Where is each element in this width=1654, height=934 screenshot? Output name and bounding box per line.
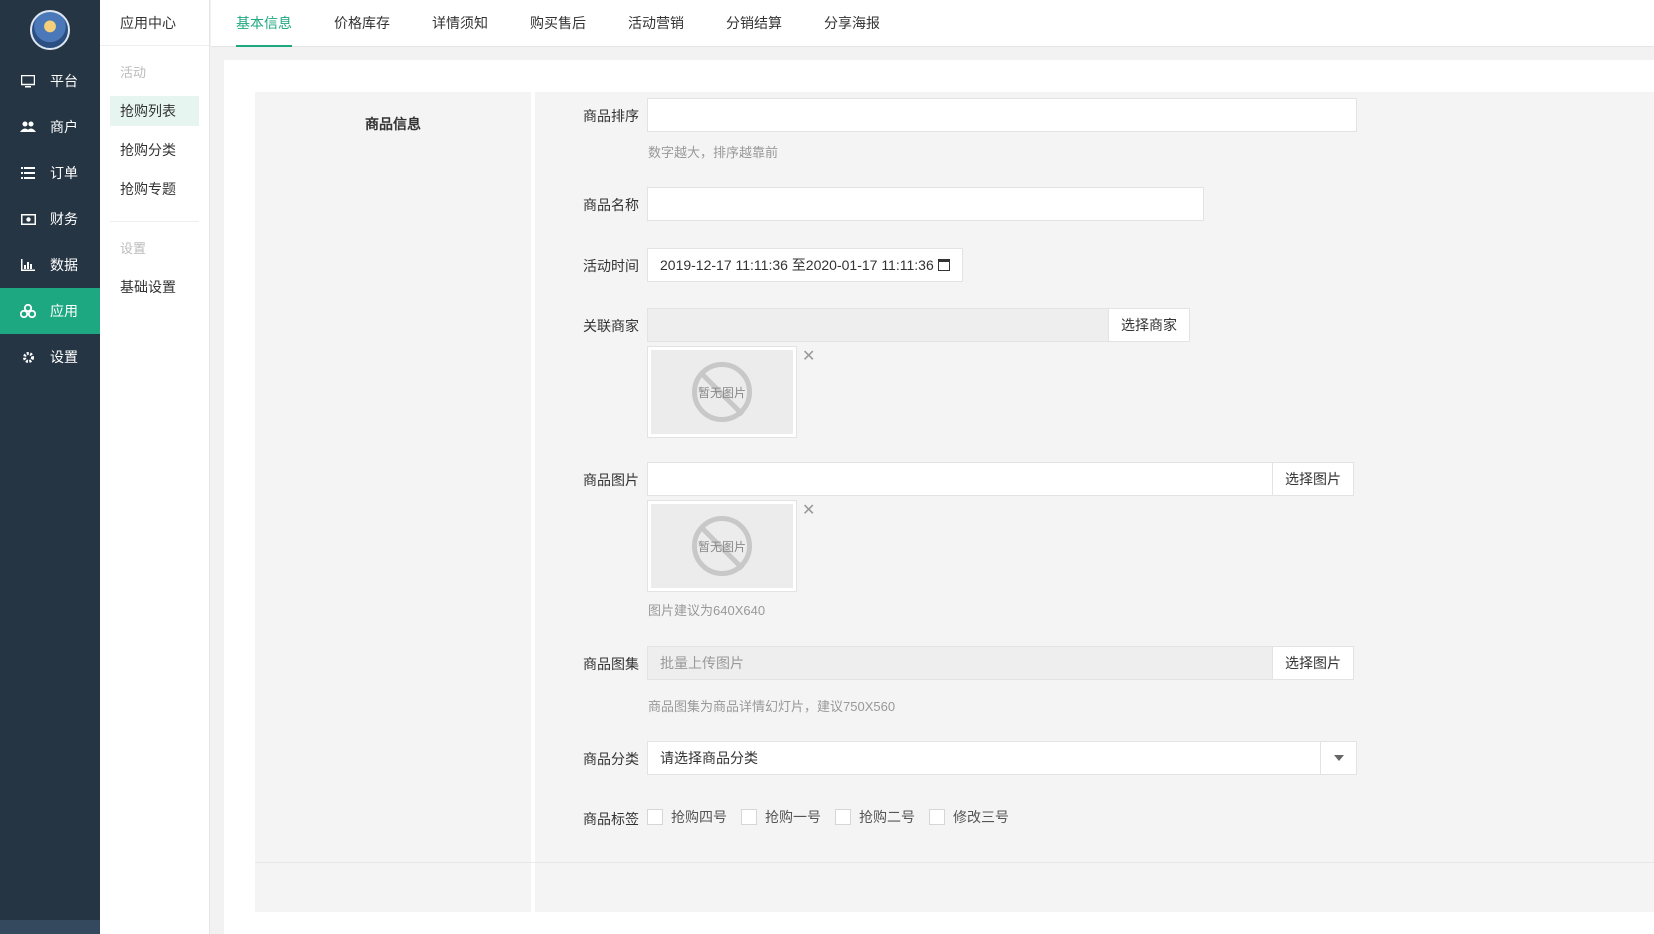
date-range-input[interactable]: 2019-12-17 11:11:36 至2020-01-17 11:11:36	[647, 248, 963, 282]
tag-label: 抢购四号	[671, 809, 727, 825]
sub-group-heading: 活动	[120, 65, 147, 80]
image-help: 图片建议为640X640	[648, 603, 766, 618]
sort-input[interactable]	[647, 98, 1357, 132]
checkbox-box[interactable]	[741, 809, 757, 825]
nav-item-label: 财务	[50, 211, 78, 227]
nav-item-label: 应用	[50, 303, 78, 319]
chevron-down-icon[interactable]	[1320, 742, 1356, 774]
checkbox-box[interactable]	[929, 809, 945, 825]
select-image-button[interactable]: 选择图片	[1272, 462, 1354, 496]
tab-share-poster[interactable]: 分享海报	[824, 0, 880, 47]
nav-item-finance[interactable]: 财务	[0, 196, 100, 242]
apps-icon	[20, 303, 36, 319]
sub-item-flash-list[interactable]: 抢购列表	[110, 96, 199, 126]
name-label: 商品名称	[583, 197, 639, 213]
tag-checkbox[interactable]: 修改三号	[929, 807, 1009, 827]
checkbox-box[interactable]	[647, 809, 663, 825]
merchant-label: 关联商家	[583, 318, 639, 334]
sub-sidebar-title: 应用中心	[100, 0, 209, 46]
gallery-input[interactable]	[647, 646, 1273, 680]
category-select[interactable]: 请选择商品分类	[647, 741, 1357, 775]
tag-checkbox[interactable]: 抢购二号	[835, 807, 915, 827]
nav-item-label: 数据	[50, 257, 78, 273]
tag-label: 抢购二号	[859, 809, 915, 825]
no-image-icon: 暂无图片	[692, 362, 752, 422]
main-sidebar: 平台 商户 订单 财务 数据 应用 设置	[0, 0, 100, 934]
tab-distribution[interactable]: 分销结算	[726, 0, 782, 47]
image-thumbnail: 暂无图片	[647, 500, 797, 592]
nav-item-merchant[interactable]: 商户	[0, 104, 100, 150]
list-icon	[20, 165, 36, 181]
sub-group-heading: 设置	[120, 241, 147, 256]
image-input[interactable]	[647, 462, 1273, 496]
category-label: 商品分类	[583, 751, 639, 767]
tag-label: 抢购一号	[765, 809, 821, 825]
merchant-thumbnail: 暂无图片	[647, 346, 797, 438]
sub-item-flash-topic[interactable]: 抢购专题	[110, 174, 199, 204]
users-icon	[20, 119, 36, 135]
tag-checkbox[interactable]: 抢购一号	[741, 807, 821, 827]
section-title: 商品信息	[365, 116, 421, 132]
nav-item-settings[interactable]: 设置	[0, 334, 100, 380]
tab-marketing[interactable]: 活动营销	[628, 0, 684, 47]
nav-item-label: 设置	[50, 349, 78, 365]
sort-label: 商品排序	[583, 108, 639, 124]
sub-item-flash-category[interactable]: 抢购分类	[110, 135, 199, 165]
no-image-text: 暂无图片	[697, 385, 746, 400]
nav-item-data[interactable]: 数据	[0, 242, 100, 288]
nav-item-label: 平台	[50, 73, 78, 89]
sub-group-activity: 活动 抢购列表 抢购分类 抢购专题	[100, 46, 209, 221]
select-merchant-button[interactable]: 选择商家	[1108, 308, 1190, 342]
tags-label: 商品标签	[583, 811, 639, 827]
time-label: 活动时间	[583, 258, 639, 274]
name-input[interactable]	[647, 187, 1204, 221]
gallery-help: 商品图集为商品详情幻灯片，建议750X560	[648, 699, 896, 714]
gear-icon	[20, 349, 36, 365]
nav-item-label: 商户	[50, 119, 78, 135]
money-icon	[20, 211, 36, 227]
sort-help: 数字越大，排序越靠前	[648, 145, 779, 160]
nav-item-apps[interactable]: 应用	[0, 288, 100, 334]
category-select-value: 请选择商品分类	[660, 750, 758, 766]
calendar-icon	[937, 259, 950, 271]
tag-label: 修改三号	[953, 809, 1009, 825]
panel-side: 商品信息	[255, 92, 531, 912]
date-range-value: 2019-12-17 11:11:36 至2020-01-17 11:11:36	[660, 257, 934, 273]
tab-basic-info[interactable]: 基本信息	[236, 0, 292, 47]
bar-chart-icon	[20, 257, 36, 273]
next-panel-edge	[255, 862, 1654, 875]
panel-divider	[531, 92, 535, 912]
main-nav: 平台 商户 订单 财务 数据 应用 设置	[0, 58, 100, 380]
sub-item-basic-settings[interactable]: 基础设置	[110, 272, 189, 302]
sub-sidebar: 应用中心 活动 抢购列表 抢购分类 抢购专题 设置 基础设置	[100, 0, 210, 934]
top-tab-bar: 基本信息 价格库存 详情须知 购买售后 活动营销 分销结算 分享海报	[211, 0, 1654, 47]
app-logo	[30, 10, 70, 50]
sub-group-settings: 设置 基础设置	[110, 221, 199, 319]
no-image-icon: 暂无图片	[692, 516, 752, 576]
goods-info-panel: 商品信息 商品排序 数字越大，排序越靠前 商品名称 活动时间 2019-12-1…	[255, 92, 1654, 912]
checkbox-box[interactable]	[835, 809, 851, 825]
merchant-input[interactable]	[647, 308, 1109, 342]
tab-details[interactable]: 详情须知	[432, 0, 488, 47]
tab-after-sales[interactable]: 购买售后	[530, 0, 586, 47]
nav-item-orders[interactable]: 订单	[0, 150, 100, 196]
tab-price-stock[interactable]: 价格库存	[334, 0, 390, 47]
nav-item-label: 订单	[50, 165, 78, 181]
select-gallery-button[interactable]: 选择图片	[1272, 646, 1354, 680]
close-icon[interactable]: ✕	[802, 346, 815, 366]
content-area: 商品信息 商品排序 数字越大，排序越靠前 商品名称 活动时间 2019-12-1…	[224, 60, 1654, 934]
nav-item-platform[interactable]: 平台	[0, 58, 100, 104]
tags-checkbox-group: 抢购四号 抢购一号 抢购二号 修改三号	[647, 807, 1023, 827]
close-icon[interactable]: ✕	[802, 500, 815, 520]
tag-checkbox[interactable]: 抢购四号	[647, 807, 727, 827]
gallery-label: 商品图集	[583, 656, 639, 672]
monitor-icon	[20, 73, 36, 89]
sidebar-footer	[0, 920, 100, 934]
no-image-text: 暂无图片	[697, 539, 746, 554]
image-label: 商品图片	[583, 472, 639, 488]
